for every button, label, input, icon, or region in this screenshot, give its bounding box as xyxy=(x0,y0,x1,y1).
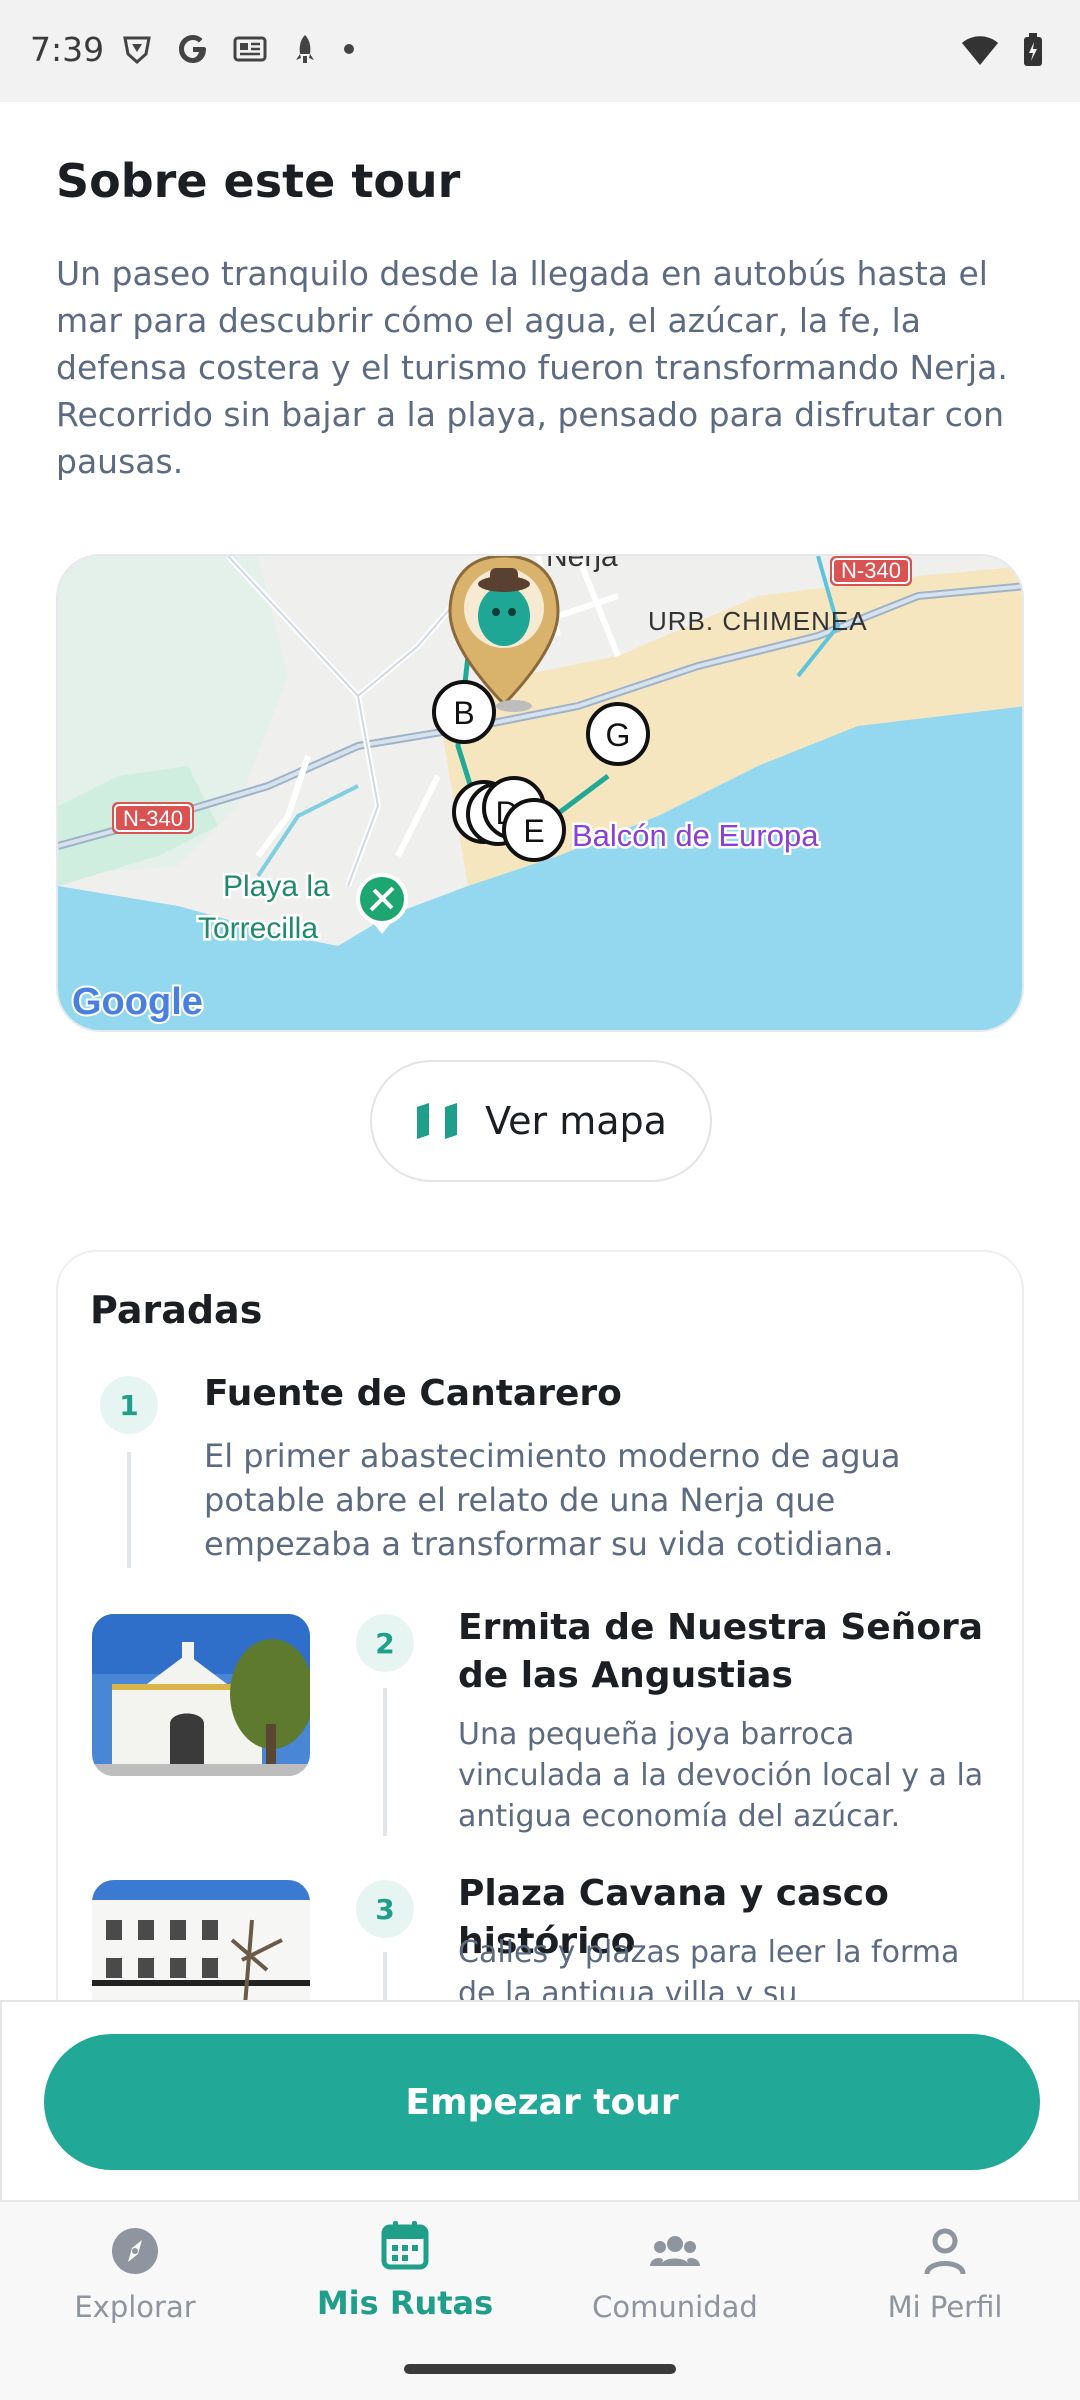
battery-charging-icon xyxy=(1024,33,1042,66)
stop-description: Calles y plazas para leer la forma de la… xyxy=(458,1935,960,2000)
svg-text:N-340: N-340 xyxy=(123,806,183,831)
nav-item-mis-rutas[interactable]: Mis Rutas xyxy=(270,2220,540,2322)
about-title: Sobre este tour xyxy=(56,154,461,208)
stop-connector-line xyxy=(127,1452,131,1568)
about-description: Un paseo tranquilo desde la llegada en a… xyxy=(56,254,1008,481)
stop-description: El primer abastecimiento moderno de agua… xyxy=(204,1437,901,1563)
stop-photo-plaza-cavana xyxy=(92,1880,310,2000)
svg-text:G: G xyxy=(606,717,631,753)
google-attribution: Google xyxy=(72,981,203,1023)
road-label-n340-left: N-340 xyxy=(112,802,194,834)
status-bar: 7:39 xyxy=(0,0,1080,102)
map-preview[interactable]: N-340 N-340 Nerja URB. CHIMENEA Playa la… xyxy=(56,554,1024,1032)
nav-item-comunidad[interactable]: Comunidad xyxy=(540,2226,810,2324)
svg-text:E: E xyxy=(523,813,544,849)
system-icons xyxy=(960,32,1044,68)
view-map-label: Ver mapa xyxy=(485,1099,667,1143)
map-label-beach-line1: Playa la xyxy=(223,870,330,903)
nav-item-mi-perfil[interactable]: Mi Perfil xyxy=(810,2226,1080,2324)
nav-item-explorar[interactable]: Explorar xyxy=(0,2226,270,2324)
home-indicator[interactable] xyxy=(404,2364,676,2374)
status-time: 7:39 xyxy=(30,30,105,69)
people-icon xyxy=(650,2236,700,2266)
map-label-district: URB. CHIMENEA xyxy=(648,606,868,636)
stop-number-badge: 3 xyxy=(356,1880,414,1938)
tour-detail-content[interactable]: Sobre este tour Un paseo tranquilo desde… xyxy=(0,102,1080,2000)
calendar-icon xyxy=(381,2221,429,2270)
map-label-town: Nerja xyxy=(546,556,618,573)
stops-title: Paradas xyxy=(90,1288,263,1332)
map-stop-marker-g[interactable]: G xyxy=(586,702,650,766)
stop-photo-ermita xyxy=(92,1614,310,1776)
svg-text:B: B xyxy=(453,695,474,731)
map-label-beach-line2: Torrecilla xyxy=(198,912,318,945)
nav-label: Mis Rutas xyxy=(316,2284,494,2322)
start-tour-panel: Empezar tour xyxy=(0,2000,1080,2200)
stop-connector-line xyxy=(383,1952,387,2000)
map-stop-marker-b[interactable]: B xyxy=(432,680,496,744)
stop-title: Ermita de Nuestra Señora de las Angustia… xyxy=(458,1607,984,1696)
map-canvas: N-340 N-340 Nerja URB. CHIMENEA Playa la… xyxy=(58,556,1022,1030)
google-icon xyxy=(179,35,206,63)
news-icon xyxy=(233,36,267,62)
road-label-n340-top: N-340 xyxy=(830,556,912,586)
notification-icons xyxy=(120,32,356,66)
nav-label: Mi Perfil xyxy=(887,2290,1003,2324)
nav-label: Comunidad xyxy=(592,2290,758,2324)
map-label-viewpoint: Balcón de Europa xyxy=(572,818,819,853)
compass-icon xyxy=(112,2228,158,2274)
rocket-icon xyxy=(296,35,314,63)
dot-icon xyxy=(344,44,354,54)
view-map-button[interactable]: Ver mapa xyxy=(370,1060,712,1182)
svg-text:N-340: N-340 xyxy=(841,558,901,583)
stops-card: Paradas 1 Fuente de Cantarero El primer … xyxy=(56,1250,1024,2000)
stop-number-badge: 2 xyxy=(356,1614,414,1672)
person-icon xyxy=(924,2228,966,2275)
map-icon xyxy=(417,1103,458,1139)
start-tour-button[interactable]: Empezar tour xyxy=(44,2034,1040,2170)
stop-description: Una pequeña joya barroca vinculada a la … xyxy=(458,1717,984,1834)
brave-icon xyxy=(123,36,151,65)
wifi-icon xyxy=(962,36,998,65)
stop-title: Fuente de Cantarero xyxy=(204,1373,622,1414)
stop-number-badge: 1 xyxy=(100,1376,158,1434)
stop-connector-line xyxy=(383,1688,387,1836)
nav-label: Explorar xyxy=(74,2290,196,2324)
